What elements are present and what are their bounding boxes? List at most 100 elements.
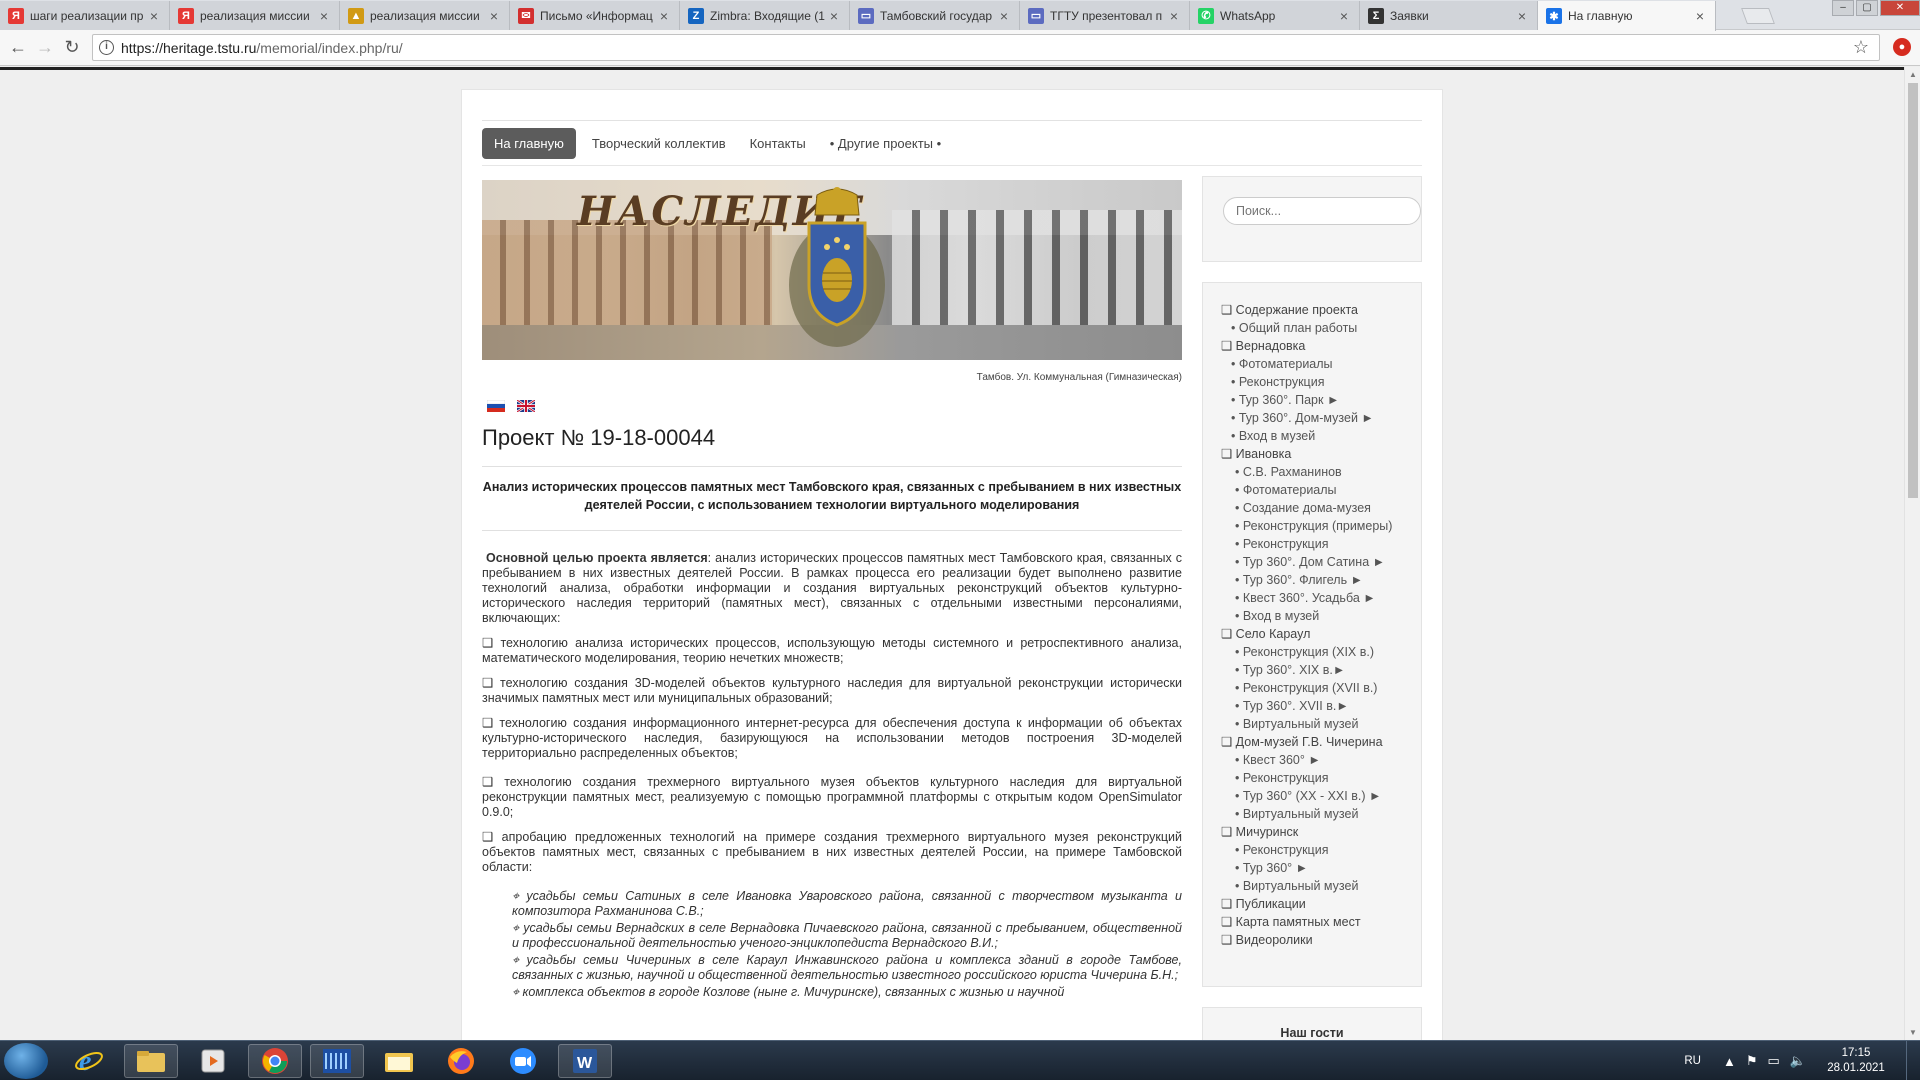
close-tab-icon[interactable]: × <box>317 8 331 24</box>
sidebar-section[interactable]: ❑ Дом-музей Г.В. Чичерина <box>1221 733 1403 751</box>
sidebar-item[interactable]: • Реконструкция (XIX в.) <box>1221 643 1403 661</box>
start-button[interactable] <box>4 1043 48 1079</box>
close-tab-icon[interactable]: × <box>1167 8 1181 24</box>
sidebar-item[interactable]: • Тур 360° (XX - XXI в.) ► <box>1221 787 1403 805</box>
url-text[interactable]: https://heritage.tstu.ru/memorial/index.… <box>121 40 403 56</box>
sidebar-item[interactable]: • Реконструкция (примеры) <box>1221 517 1403 535</box>
browser-tab[interactable]: ✱ На главную × <box>1538 1 1716 31</box>
ie-icon[interactable]: e <box>62 1044 116 1078</box>
sidebar-item[interactable]: • Виртуальный музей <box>1221 877 1403 895</box>
sidebar-item[interactable]: • Реконструкция <box>1221 535 1403 553</box>
sidebar-item[interactable]: • Виртуальный музей <box>1221 805 1403 823</box>
sidebar-item[interactable]: • Тур 360°. Флигель ► <box>1221 571 1403 589</box>
reload-icon[interactable]: ↻ <box>62 38 82 58</box>
sidebar-item[interactable]: • Фотоматериалы <box>1221 355 1403 373</box>
browser-tab[interactable]: Σ Заявки × <box>1360 1 1538 30</box>
close-tab-icon[interactable]: × <box>147 8 161 24</box>
sidebar-item[interactable]: • Квест 360°. Усадьба ► <box>1221 589 1403 607</box>
show-desktop-button[interactable] <box>1906 1041 1920 1080</box>
minimize-button[interactable]: – <box>1832 0 1854 16</box>
sidebar-item[interactable]: • Реконструкция <box>1221 841 1403 859</box>
sidebar-item[interactable]: • С.В. Рахманинов <box>1221 463 1403 481</box>
scroll-up-icon[interactable]: ▲ <box>1909 70 1917 79</box>
browser-tab[interactable]: Яшаги реализации пр × <box>0 1 170 30</box>
close-window-button[interactable]: ✕ <box>1880 0 1920 16</box>
page-scrollbar[interactable]: ▲ ▼ <box>1904 67 1920 1040</box>
close-tab-icon[interactable]: × <box>1337 8 1351 24</box>
close-tab-icon[interactable]: × <box>1693 8 1707 24</box>
sidebar-section[interactable]: ❑ Видеоролики <box>1221 931 1403 949</box>
show-hidden-icons-icon[interactable]: ▲ <box>1723 1054 1736 1069</box>
browser-tab[interactable]: ▭ ТГТУ презентовал п × <box>1020 1 1190 30</box>
new-tab-button[interactable] <box>1741 8 1775 24</box>
browser-tab[interactable]: ▭ Тамбовский государ × <box>850 1 1020 30</box>
firefox-icon[interactable] <box>434 1044 488 1078</box>
tab-title: Заявки <box>1390 8 1429 23</box>
menu-item-team[interactable]: Творческий коллектив <box>580 128 738 159</box>
sidebar-item[interactable]: • Вход в музей <box>1221 607 1403 625</box>
zoom-icon[interactable] <box>496 1044 550 1078</box>
sidebar-section[interactable]: ❑ Ивановка <box>1221 445 1403 463</box>
sidebar-item[interactable]: • Тур 360°. XIX в.► <box>1221 661 1403 679</box>
forward-icon[interactable]: → <box>35 38 55 58</box>
word-icon[interactable]: W <box>558 1044 612 1078</box>
sidebar-item[interactable]: • Тур 360° ► <box>1221 859 1403 877</box>
close-tab-icon[interactable]: × <box>997 8 1011 24</box>
sidebar-item[interactable]: • Вход в музей <box>1221 427 1403 445</box>
sidebar-section[interactable]: ❑ Вернадовка <box>1221 337 1403 355</box>
sidebar-item[interactable]: • Тур 360°. Дом-музей ► <box>1221 409 1403 427</box>
scroll-down-icon[interactable]: ▼ <box>1909 1028 1917 1037</box>
sidebar-item[interactable]: • Виртуальный музей <box>1221 715 1403 733</box>
tab-title: Zimbra: Входящие (1 <box>710 8 825 23</box>
media-icon[interactable] <box>186 1044 240 1078</box>
browser-tab[interactable]: Яреализация миссии × <box>170 1 340 30</box>
network-icon[interactable]: ▭ <box>1768 1053 1780 1069</box>
sidebar-section[interactable]: ❑ Мичуринск <box>1221 823 1403 841</box>
close-tab-icon[interactable]: × <box>657 8 671 24</box>
browser-tab[interactable]: Z Zimbra: Входящие (1 × <box>680 1 850 30</box>
sidebar-item[interactable]: • Тур 360°. Парк ► <box>1221 391 1403 409</box>
browser-tab[interactable]: ✆ WhatsApp × <box>1190 1 1360 30</box>
sidebar-item[interactable]: • Квест 360° ► <box>1221 751 1403 769</box>
sidebar-item[interactable]: • Тур 360°. XVII в.► <box>1221 697 1403 715</box>
flag-en-icon[interactable] <box>517 400 535 412</box>
scroll-thumb[interactable] <box>1908 83 1918 498</box>
clock[interactable]: 17:15 28.01.2021 <box>1816 1046 1896 1076</box>
tab-title: WhatsApp <box>1220 8 1276 23</box>
browser-tab[interactable]: ✉ Письмо «Информац × <box>510 1 680 30</box>
menu-item-home[interactable]: На главную <box>482 128 576 159</box>
sidebar-section[interactable]: ❑ Содержание проекта <box>1221 301 1403 319</box>
sidebar-item[interactable]: • Общий план работы <box>1221 319 1403 337</box>
sidebar-section[interactable]: ❑ Село Караул <box>1221 625 1403 643</box>
action-center-flag-icon[interactable]: ⚑ <box>1746 1053 1758 1069</box>
extension-icon[interactable]: ● <box>1893 38 1911 56</box>
page-title: Проект № 19-18-00044 <box>482 425 716 450</box>
menu-item-other-projects[interactable]: • Другие проекты • <box>818 128 953 159</box>
site-info-icon[interactable]: i <box>99 40 114 55</box>
back-icon[interactable]: ← <box>8 38 28 58</box>
close-tab-icon[interactable]: × <box>827 8 841 24</box>
close-tab-icon[interactable]: × <box>1515 8 1529 24</box>
sidebar-item[interactable]: • Реконструкция (XVII в.) <box>1221 679 1403 697</box>
flag-ru-icon[interactable] <box>487 400 505 412</box>
sidebar-item[interactable]: • Тур 360°. Дом Сатина ► <box>1221 553 1403 571</box>
address-bar[interactable]: i https://heritage.tstu.ru/memorial/inde… <box>92 34 1880 61</box>
sidebar-item[interactable]: • Реконструкция <box>1221 769 1403 787</box>
app-icon[interactable] <box>310 1044 364 1078</box>
explorer-icon[interactable] <box>124 1044 178 1078</box>
sidebar-item[interactable]: • Создание дома-музея <box>1221 499 1403 517</box>
search-input[interactable] <box>1223 197 1421 225</box>
volume-icon[interactable]: 🔈 <box>1790 1053 1806 1069</box>
language-indicator[interactable]: RU <box>1684 1055 1701 1067</box>
sidebar-section[interactable]: ❑ Карта памятных мест <box>1221 913 1403 931</box>
sidebar-item[interactable]: • Реконструкция <box>1221 373 1403 391</box>
menu-item-contacts[interactable]: Контакты <box>738 128 818 159</box>
sidebar-section[interactable]: ❑ Публикации <box>1221 895 1403 913</box>
chrome-icon[interactable] <box>248 1044 302 1078</box>
close-tab-icon[interactable]: × <box>487 8 501 24</box>
browser-tab[interactable]: ▲ реализация миссии × <box>340 1 510 30</box>
sidebar-item[interactable]: • Фотоматериалы <box>1221 481 1403 499</box>
folder-icon[interactable] <box>372 1044 426 1078</box>
maximize-button[interactable]: ▢ <box>1856 0 1878 16</box>
bookmark-star-icon[interactable]: ☆ <box>1853 37 1869 58</box>
